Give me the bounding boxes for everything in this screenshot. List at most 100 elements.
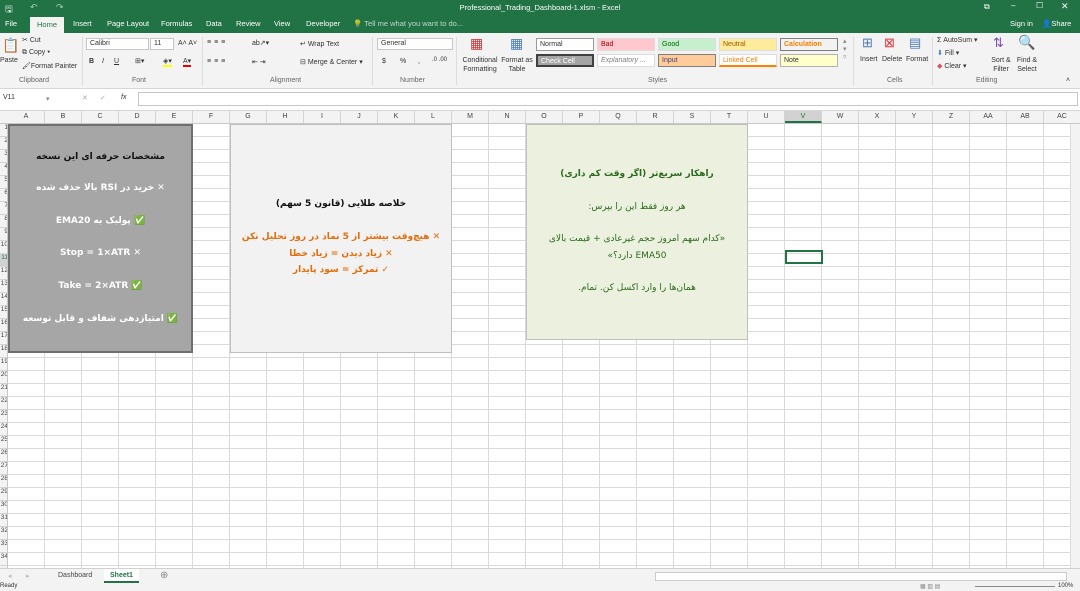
column-header[interactable]: AB [1007, 111, 1044, 123]
style-calculation[interactable]: Calculation [780, 38, 838, 51]
style-check-cell[interactable]: Check Cell [536, 54, 594, 67]
percent-button[interactable]: % [400, 58, 406, 65]
zoom-slider[interactable] [975, 586, 1055, 587]
row-header[interactable]: 34 [0, 553, 7, 566]
italic-button[interactable]: I [102, 58, 104, 65]
column-header[interactable]: Y [896, 111, 933, 123]
column-header[interactable]: Z [933, 111, 970, 123]
column-header[interactable]: G [230, 111, 267, 123]
sheet-tab-sheet1[interactable]: Sheet1 [104, 569, 139, 583]
formula-input[interactable] [138, 92, 1078, 106]
tell-me-input[interactable]: 💡 Tell me what you want to do... [353, 19, 463, 28]
row-header[interactable]: 28 [0, 475, 7, 488]
font-name-select[interactable]: Calibri [86, 38, 149, 50]
font-color-icon[interactable]: A▾ [183, 57, 192, 67]
row-header[interactable]: 21 [0, 384, 7, 397]
horizontal-scrollbar[interactable] [655, 572, 1067, 581]
column-header[interactable]: J [341, 111, 378, 123]
conditional-formatting-icon[interactable]: ▦ [470, 35, 483, 52]
copy-button[interactable]: ⧉ Copy ▾ [22, 49, 50, 57]
clear-button[interactable]: ◆ Clear ▾ [937, 62, 967, 70]
row-header[interactable]: 20 [0, 371, 7, 384]
format-as-table-button[interactable]: Format as Table [501, 56, 533, 74]
vertical-align-icons[interactable]: ≡≡≡ [207, 39, 228, 46]
tab-formulas[interactable]: Formulas [161, 19, 192, 28]
tab-file[interactable]: File [5, 19, 17, 28]
delete-cells-button[interactable]: Delete [882, 56, 902, 63]
row-header[interactable]: 2 [0, 137, 7, 150]
tab-developer[interactable]: Developer [306, 19, 340, 28]
horizontal-align-icons[interactable]: ≡≡≡ [207, 58, 228, 65]
column-header[interactable]: C [82, 111, 119, 123]
vertical-scrollbar[interactable] [1070, 124, 1080, 568]
style-good[interactable]: Good [658, 38, 716, 51]
tab-view[interactable]: View [274, 19, 290, 28]
enter-icon[interactable]: ✓ [100, 94, 106, 102]
autosum-button[interactable]: Σ AutoSum ▾ [937, 36, 978, 44]
merge-center-button[interactable]: ⊟ Merge & Center ▾ [300, 58, 363, 66]
name-box-dropdown-icon[interactable]: ▾ [46, 95, 50, 103]
find-select-button[interactable]: Find & Select [1013, 56, 1041, 74]
font-size-select[interactable]: 11 [150, 38, 174, 50]
row-header[interactable]: 6 [0, 189, 7, 202]
currency-button[interactable]: $ [382, 58, 386, 65]
style-neutral[interactable]: Neutral [719, 38, 777, 51]
decimal-buttons[interactable]: .0 .00 [432, 57, 447, 63]
indent-icons[interactable]: ⇤ ⇥ [252, 58, 266, 66]
sort-filter-icon[interactable]: ⇅ [993, 35, 1004, 51]
row-header[interactable]: 1 [0, 124, 7, 137]
delete-cells-icon[interactable]: ⊠ [884, 35, 895, 51]
column-header[interactable]: H [267, 111, 304, 123]
row-header[interactable]: 12 [0, 267, 7, 280]
row-header[interactable]: 18 [0, 345, 7, 358]
column-header[interactable]: R [637, 111, 674, 123]
column-header[interactable]: F [193, 111, 230, 123]
row-header[interactable]: 4 [0, 163, 7, 176]
column-header[interactable]: Q [600, 111, 637, 123]
row-header[interactable]: 5 [0, 176, 7, 189]
conditional-formatting-button[interactable]: Conditional Formatting [460, 56, 500, 74]
wrap-text-button[interactable]: ↵ Wrap Text [300, 40, 339, 48]
column-header[interactable]: P [563, 111, 600, 123]
close-button[interactable]: ✕ [1061, 1, 1069, 12]
format-cells-button[interactable]: Format [906, 56, 928, 63]
column-header[interactable]: D [119, 111, 156, 123]
column-header[interactable]: AC [1044, 111, 1080, 123]
format-cells-icon[interactable]: ▤ [909, 35, 921, 51]
row-header[interactable]: 14 [0, 293, 7, 306]
style-note[interactable]: Note [780, 54, 838, 67]
format-table-icon[interactable]: ▦ [510, 35, 523, 52]
row-header[interactable]: 32 [0, 527, 7, 540]
style-normal[interactable]: Normal [536, 38, 594, 51]
row-header[interactable]: 31 [0, 514, 7, 527]
row-header[interactable]: 26 [0, 449, 7, 462]
paste-icon[interactable]: 📋 [2, 37, 19, 54]
column-header[interactable]: E [156, 111, 193, 123]
row-header[interactable]: 15 [0, 306, 7, 319]
orientation-icon[interactable]: ab↗▾ [252, 39, 269, 47]
column-header[interactable]: U [748, 111, 785, 123]
column-header[interactable]: S [674, 111, 711, 123]
comma-button[interactable]: , [418, 58, 420, 65]
fill-button[interactable]: ⬇ Fill ▾ [937, 49, 959, 57]
insert-cells-button[interactable]: Insert [860, 56, 878, 63]
row-header[interactable]: 3 [0, 150, 7, 163]
scroll-sheets-left-icon[interactable]: ◂ [8, 572, 12, 580]
column-header[interactable]: L [415, 111, 452, 123]
fill-color-icon[interactable]: ◈▾ [163, 57, 172, 67]
tab-insert[interactable]: Insert [73, 19, 92, 28]
row-header[interactable]: 7 [0, 202, 7, 215]
borders-icon[interactable]: ⊞▾ [135, 57, 144, 65]
column-header[interactable]: W [822, 111, 859, 123]
column-header[interactable]: X [859, 111, 896, 123]
cut-button[interactable]: ✂ Cut [22, 36, 41, 44]
row-header[interactable]: 29 [0, 488, 7, 501]
find-icon[interactable]: 🔍 [1018, 34, 1035, 51]
zoom-level[interactable]: 100% [1058, 583, 1073, 589]
row-header[interactable]: 13 [0, 280, 7, 293]
paste-button[interactable]: Paste [0, 57, 18, 64]
sheet-tab-dashboard[interactable]: Dashboard [58, 572, 92, 579]
sort-filter-button[interactable]: Sort & Filter [989, 56, 1013, 74]
scroll-sheets-right-icon[interactable]: ▸ [26, 572, 30, 580]
column-header[interactable]: I [304, 111, 341, 123]
